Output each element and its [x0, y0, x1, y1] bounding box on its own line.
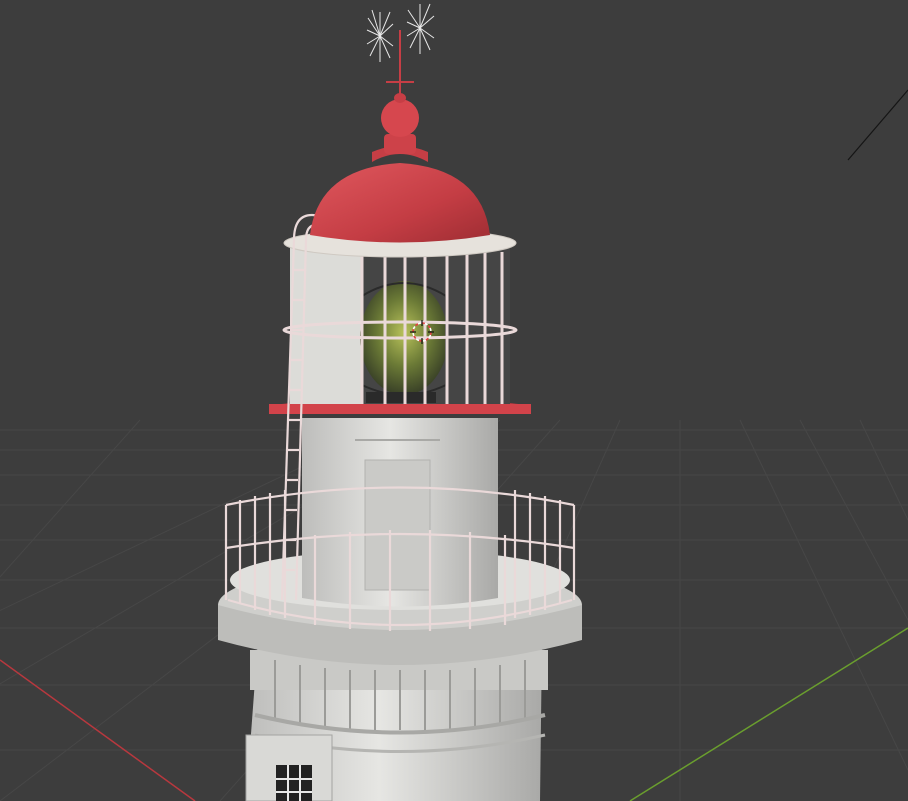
dome[interactable] — [310, 93, 490, 243]
window — [276, 765, 312, 801]
lantern-room[interactable] — [282, 228, 518, 404]
y-axis-line — [629, 627, 908, 801]
3d-viewport[interactable] — [0, 0, 908, 801]
dome-finial — [381, 99, 419, 137]
viewport-canvas[interactable] — [0, 0, 908, 801]
x-axis-line — [0, 659, 196, 801]
camera-line — [847, 89, 908, 161]
lighthouse-upper-tower[interactable] — [302, 418, 498, 607]
weathervane-icon — [366, 3, 435, 94]
